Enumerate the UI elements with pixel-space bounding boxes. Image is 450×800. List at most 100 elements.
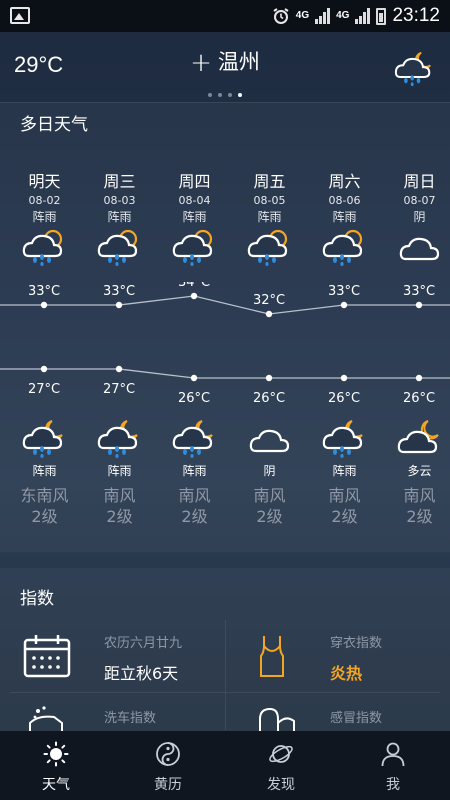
forecast-wind: 南风 2级 <box>232 485 307 527</box>
forecast-date: 08-03 <box>103 194 136 207</box>
forecast-day-condition: 阵雨 <box>332 210 357 224</box>
forecast-night-info: 阵雨 东南风 2级 <box>7 462 82 527</box>
temperature-label: 26°C <box>403 391 435 406</box>
cold-index-label: 感冒指数 <box>330 711 383 726</box>
forecast-night-condition: 阵雨 <box>107 464 132 478</box>
forecast-night-info: 阵雨 南风 2级 <box>157 462 232 527</box>
forecast-date: 08-05 <box>253 194 286 207</box>
temperature-label: 34°C <box>178 282 210 290</box>
partly-cloudy-night-icon <box>397 420 439 454</box>
forecast-night-condition: 多云 <box>407 464 432 478</box>
forecast-night-info: 阴 南风 2级 <box>232 462 307 527</box>
wind-direction: 南风 <box>328 486 361 505</box>
forecast-day-name: 周五 <box>253 172 286 191</box>
temperature-series-line <box>0 295 450 315</box>
add-city-icon[interactable]: + <box>190 48 212 78</box>
car-wash-index-tile[interactable]: 洗车指数 <box>0 693 225 731</box>
forecast-night-condition: 阵雨 <box>332 464 357 478</box>
header-weather-icon[interactable] <box>394 50 434 86</box>
temperature-point <box>190 374 198 382</box>
wind-level: 2级 <box>181 507 208 526</box>
wind-direction: 南风 <box>253 486 286 505</box>
city-selector[interactable]: + 温州 <box>0 46 450 78</box>
wind-level: 2级 <box>106 507 133 526</box>
forecast-day-header: 周日 08-07 阴 <box>382 168 450 225</box>
forecast-night-info: 阵雨 南风 2级 <box>307 462 382 527</box>
temperature-label: 33°C <box>403 284 435 299</box>
forecast-day-condition: 阵雨 <box>257 210 282 224</box>
forecast-wind: 南风 2级 <box>382 485 450 527</box>
bottom-navigation: 天气 黄历 发现 我 <box>0 731 450 800</box>
nav-tab-weather[interactable]: 天气 <box>0 731 112 800</box>
clothing-index-tile[interactable]: 穿衣指数 炎热 <box>226 620 450 692</box>
status-icons: 4G 4G 23:12 <box>272 5 440 27</box>
yin-yang-icon <box>156 742 180 766</box>
cold-index-tile[interactable]: 感冒指数 <box>226 693 450 731</box>
wind-direction: 南风 <box>178 486 211 505</box>
forecast-day-name: 周四 <box>178 172 211 191</box>
temperature-point <box>415 374 423 382</box>
forecast-day-name: 明天 <box>28 172 61 191</box>
nav-label-weather: 天气 <box>42 777 70 793</box>
forecast-day-header: 周三 08-03 阵雨 <box>82 168 157 225</box>
temperature-label: 27°C <box>28 382 60 397</box>
rain-night-icon <box>322 420 363 458</box>
forecast-day-condition: 阴 <box>413 210 426 224</box>
rain-night-icon <box>172 420 213 458</box>
cold-index-icon <box>259 707 295 731</box>
forecast-day-header: 周四 08-04 阵雨 <box>157 168 232 225</box>
network-indicator-2: 4G <box>336 10 350 21</box>
temperature-label: 33°C <box>328 284 360 299</box>
nav-label-discover: 发现 <box>267 777 295 793</box>
status-bar: 4G 4G 23:12 <box>0 0 450 32</box>
tank-top-icon <box>260 636 284 677</box>
nav-tab-almanac[interactable]: 黄历 <box>112 731 224 800</box>
wind-level: 2级 <box>331 507 358 526</box>
temperature-label: 33°C <box>103 284 135 299</box>
forecast-date: 08-04 <box>178 194 211 207</box>
forecast-night-condition: 阵雨 <box>32 464 57 478</box>
alarm-icon <box>273 8 289 24</box>
forecast-day-header: 周五 08-05 阵雨 <box>232 168 307 225</box>
forecast-wind: 南风 2级 <box>307 485 382 527</box>
car-wash-index-label: 洗车指数 <box>104 711 157 726</box>
rain-day-icon <box>322 229 363 266</box>
nav-label-me: 我 <box>386 777 400 793</box>
forecast-day-condition: 阵雨 <box>107 210 132 224</box>
clothing-index-label: 穿衣指数 <box>330 636 383 651</box>
rain-day-icon <box>97 229 138 266</box>
network-indicator-1: 4G <box>295 10 310 21</box>
temperature-point <box>265 374 273 382</box>
forecast-wind: 南风 2级 <box>157 485 232 527</box>
city-name[interactable]: 温州 <box>218 50 260 74</box>
temperature-point <box>115 301 123 309</box>
rain-day-icon <box>247 229 288 266</box>
forecast-date: 08-02 <box>28 194 61 207</box>
rain-night-icon <box>22 420 63 458</box>
temperature-point <box>40 301 48 309</box>
lunar-date-label: 农历六月廿九 <box>104 636 183 651</box>
temperature-chart: 33°C 33°C 34°C 32°C 33°C 33°C 27°C 27°C 26°C 26°C… <box>0 282 450 406</box>
multi-day-title: 多日天气 <box>20 115 88 135</box>
nav-tab-discover[interactable]: 发现 <box>225 731 337 800</box>
temperature-label: 32°C <box>253 293 285 308</box>
sun-icon <box>43 741 69 767</box>
nav-tab-me[interactable]: 我 <box>337 731 449 800</box>
cloud-icon <box>249 429 290 453</box>
rain-day-icon <box>172 229 213 266</box>
forecast-day-condition: 阵雨 <box>32 210 57 224</box>
rain-night-icon <box>97 420 138 458</box>
temperature-label: 27°C <box>103 382 135 397</box>
temperature-point <box>115 365 123 373</box>
planet-icon <box>269 745 293 763</box>
forecast-wind: 南风 2级 <box>82 485 157 527</box>
forecast-date: 08-07 <box>403 194 436 207</box>
forecast-day-header: 明天 08-02 阵雨 <box>7 168 82 225</box>
person-icon <box>381 742 405 767</box>
battery-icon <box>376 7 387 25</box>
index-title: 指数 <box>20 589 54 609</box>
signal-icon-1 <box>315 8 331 24</box>
forecast-date: 08-06 <box>328 194 361 207</box>
cloud-icon <box>399 237 440 261</box>
lunar-calendar-tile[interactable]: 农历六月廿九 距立秋6天 <box>0 620 225 692</box>
